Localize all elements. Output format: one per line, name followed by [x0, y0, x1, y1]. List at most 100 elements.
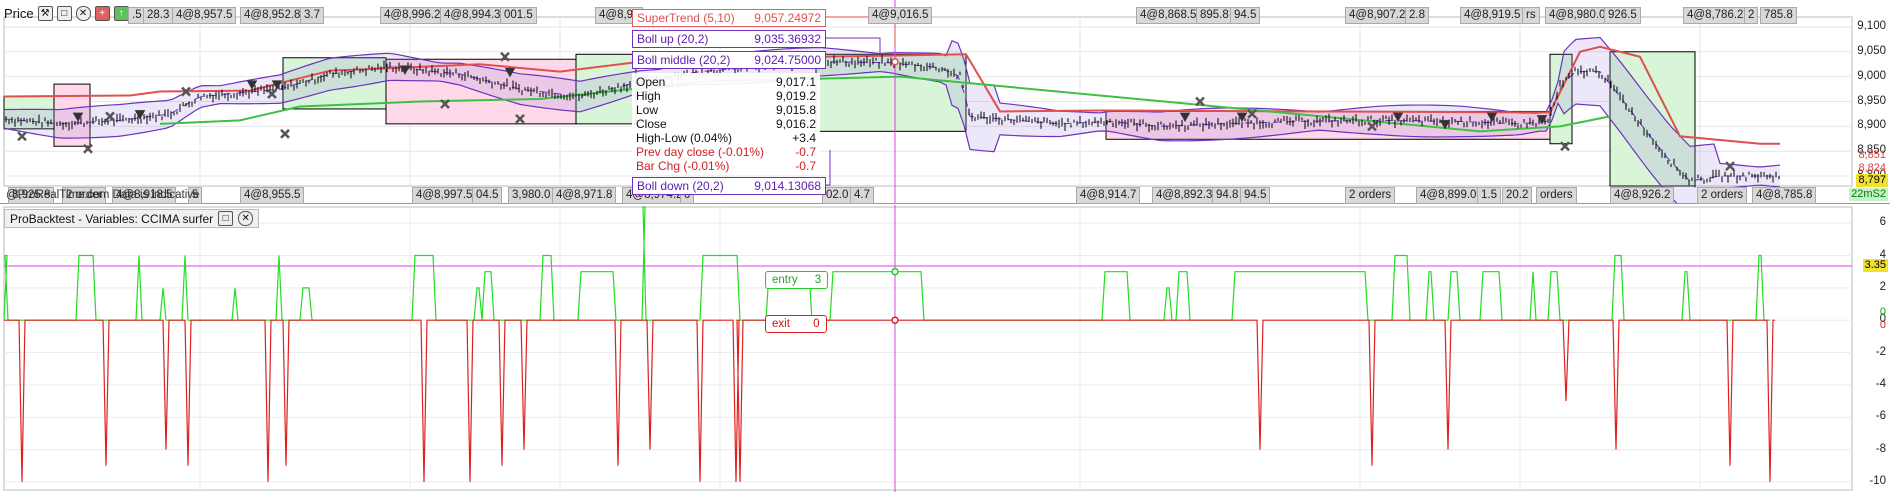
- exit-crosshair-point: [891, 316, 899, 324]
- ohlc-row-label: Close: [636, 117, 667, 131]
- ohlc-row-label: High: [636, 89, 661, 103]
- ohlc-row-value: 9,017.1: [775, 75, 816, 89]
- ohlc-row-value: -0.7: [795, 159, 816, 173]
- order-label[interactable]: 94.8: [1212, 187, 1243, 204]
- boll-up-label: Boll up (20,2): [637, 32, 709, 46]
- order-label[interactable]: 926.5: [1604, 7, 1641, 24]
- variables-y-tick: -2: [1875, 345, 1886, 358]
- order-label[interactable]: 895.8: [1196, 7, 1233, 24]
- ohlc-row-label: Low: [636, 103, 659, 117]
- ohlc-tooltip: Open 9,017.1 High 9,019.2 Low 9,015.8 Close 9,0…: [632, 73, 820, 175]
- ohlc-row-value: -0.7: [795, 145, 816, 159]
- order-label[interactable]: 4@9,016.5: [868, 7, 933, 24]
- price-y-tick: 9,050: [1857, 44, 1886, 57]
- boll-middle-label: Boll middle (20,2): [637, 53, 731, 67]
- order-label[interactable]: 4@8,907.2: [1345, 7, 1410, 24]
- order-label[interactable]: 785.8: [1760, 7, 1797, 24]
- variables-y-tick: 2: [1879, 280, 1886, 293]
- order-label[interactable]: 4@8,971.8: [552, 187, 617, 204]
- variables-title-bar: ProBacktest - Variables: CCIMA surfer □ …: [4, 209, 260, 228]
- price-y-tick: 9,000: [1857, 69, 1886, 82]
- exit-tag-label: exit: [772, 318, 790, 330]
- order-label[interactable]: 4@8,957.5: [172, 7, 237, 24]
- boll-middle-value: 9,024.75000: [754, 53, 821, 67]
- variables-y-tick: -8: [1875, 442, 1886, 455]
- order-label[interactable]: 1.5: [1477, 187, 1501, 204]
- watermark: @ProRealTime.com Data is indicative: [6, 189, 200, 201]
- order-label[interactable]: 4.7: [850, 187, 874, 204]
- wrench-icon[interactable]: ⚒: [37, 6, 53, 21]
- order-label[interactable]: 2.8: [1405, 7, 1429, 24]
- square-icon[interactable]: □: [56, 6, 72, 21]
- order-label[interactable]: 02.0: [822, 187, 853, 204]
- variables-y-tick: -10: [1869, 474, 1886, 487]
- boll-up-tooltip: Boll up (20,2) 9,035.36932: [632, 30, 826, 48]
- order-label[interactable]: 4@8,952.8: [240, 7, 305, 24]
- ohlc-row-value: 9,015.8: [775, 103, 816, 117]
- order-label[interactable]: 3,980.0: [508, 187, 555, 204]
- order-label[interactable]: 001.5: [500, 7, 537, 24]
- price-y-tick: 8,950: [1857, 94, 1886, 107]
- order-label[interactable]: 4@8,994.3: [440, 7, 505, 24]
- order-label[interactable]: 94.5: [1240, 187, 1271, 204]
- variables-panel-title: ProBacktest - Variables: CCIMA surfer: [10, 211, 214, 226]
- variables-plot-area: [3, 206, 1853, 491]
- order-label[interactable]: 94.5: [1230, 7, 1261, 24]
- ohlc-row-value: +3.4: [792, 131, 816, 145]
- ohlc-row-value: 9,016.2: [775, 117, 816, 131]
- variables-chart[interactable]: [0, 205, 1890, 492]
- variables-panel[interactable]: ProBacktest - Variables: CCIMA surfer □ …: [0, 205, 1890, 492]
- order-label[interactable]: 2: [1744, 7, 1759, 24]
- order-label[interactable]: 2 orders: [1345, 187, 1396, 204]
- crosshair-point: [891, 57, 899, 66]
- price-chart[interactable]: [0, 0, 1890, 203]
- order-label[interactable]: 20.2: [1502, 187, 1533, 204]
- entry-tag-label: entry: [772, 274, 798, 286]
- order-label[interactable]: 3.7: [300, 7, 324, 24]
- ohlc-row: High-Low (0.04%) +3.4: [636, 131, 816, 145]
- order-label[interactable]: 4@8,980.0: [1545, 7, 1610, 24]
- close-panel-icon[interactable]: ✕: [75, 6, 91, 21]
- order-label[interactable]: 4@8,868.5: [1136, 7, 1201, 24]
- variables-value-badge: 3.35: [1862, 259, 1888, 273]
- price-value-badge: 8,797: [1856, 174, 1888, 187]
- ohlc-row-label: Open: [636, 75, 666, 89]
- order-label[interactable]: 4@8,899.0: [1416, 187, 1481, 204]
- price-y-tick: 8,900: [1857, 119, 1886, 132]
- price-panel-title-bar: Price ⚒ □ ✕ + ↑: [4, 6, 129, 21]
- order-label[interactable]: 4@8,997.5: [412, 187, 477, 204]
- square-icon[interactable]: □: [218, 211, 234, 226]
- add-indicator-icon[interactable]: +: [94, 6, 110, 21]
- order-label[interactable]: rs: [1522, 7, 1540, 24]
- boll-down-label: Boll down (20,2): [637, 179, 724, 193]
- order-label[interactable]: 4@8,786.2: [1683, 7, 1748, 24]
- entry-tag: entry 3: [765, 271, 829, 289]
- ohlc-row: Bar Chg (-0.01%) -0.7: [636, 159, 816, 173]
- price-panel-title: Price: [4, 6, 34, 21]
- order-label[interactable]: 4@8,914.7: [1076, 187, 1141, 204]
- close-panel-icon[interactable]: ✕: [238, 211, 254, 226]
- order-label[interactable]: 4@8,955.5: [240, 187, 305, 204]
- order-label[interactable]: 4@8,892.3: [1152, 187, 1217, 204]
- variables-y-tick: -4: [1875, 377, 1886, 390]
- order-label[interactable]: 28.3: [143, 7, 174, 24]
- entry-tag-value: 3: [814, 274, 822, 286]
- price-y-tick: 9,100: [1857, 19, 1886, 32]
- variables-value-badge: 0: [1879, 306, 1886, 319]
- ohlc-row-label: Prev day close (-0.01%): [636, 145, 765, 159]
- order-label[interactable]: 4@8,996.2: [380, 7, 445, 24]
- boll-middle-tooltip: Boll middle (20,2) 9,024.75000: [632, 51, 826, 69]
- order-label[interactable]: 4@8,785.8: [1752, 187, 1817, 204]
- ohlc-row: Close 9,016.2: [636, 117, 816, 131]
- order-label[interactable]: orders: [1536, 187, 1577, 204]
- order-label[interactable]: 04.5: [472, 187, 503, 204]
- entry-crosshair-point: [891, 267, 899, 276]
- order-label[interactable]: 2 orders: [1697, 187, 1748, 204]
- ohlc-row: Prev day close (-0.01%) -0.7: [636, 145, 816, 159]
- order-label[interactable]: 4@8,926.2: [1610, 187, 1675, 204]
- boll-up-value: 9,035.36932: [754, 32, 821, 46]
- price-panel[interactable]: Price ⚒ □ ✕ + ↑ .5 28.3 4@8,957.5 4@8,952.8…: [0, 0, 1890, 204]
- order-label[interactable]: 4@8,919.5: [1460, 7, 1525, 24]
- move-up-icon[interactable]: ↑: [113, 6, 129, 21]
- ohlc-row-label: Bar Chg (-0.01%): [636, 159, 730, 173]
